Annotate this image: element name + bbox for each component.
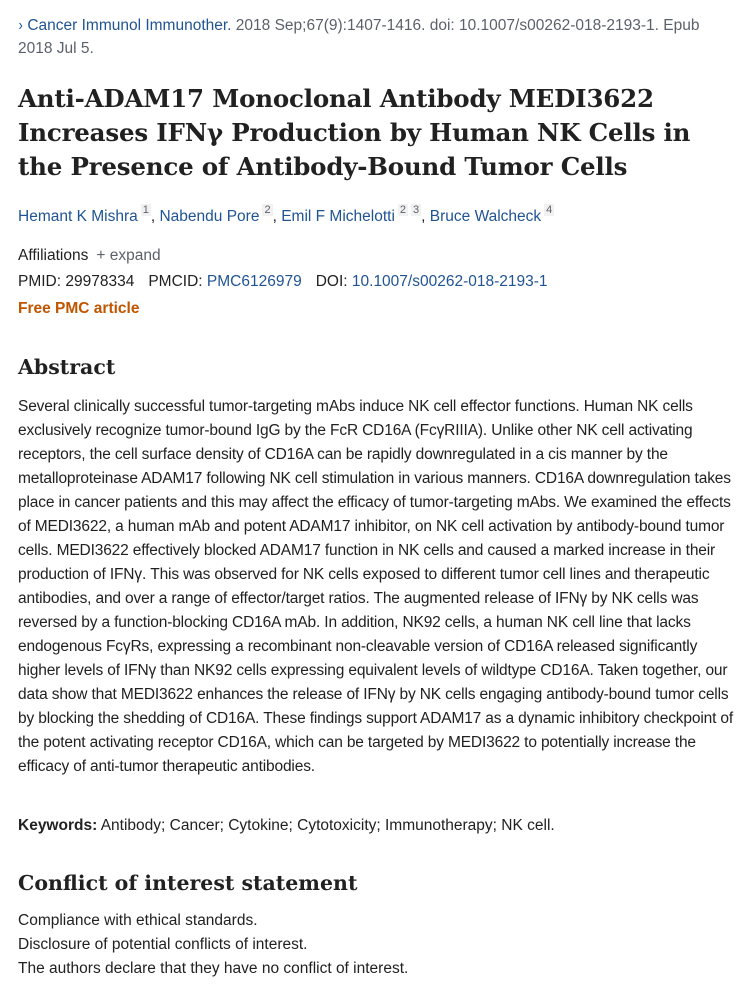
doi-link[interactable]: 10.1007/s00262-018-2193-1 [352, 273, 548, 290]
author-link[interactable]: Nabendu Pore [159, 208, 259, 225]
affiliation-ref[interactable]: 2 [262, 204, 273, 216]
keywords: Keywords: Antibody; Cancer; Cytokine; Cy… [18, 814, 555, 838]
conflict-line: The authors declare that they have no co… [18, 960, 409, 977]
chevron-right-icon[interactable]: › [19, 14, 23, 37]
conflict-heading: Conflict of interest statement [18, 871, 358, 895]
pmid-label: PMID: [18, 273, 62, 290]
citation: › Cancer Immunol Immunother. 2018 Sep;67(… [18, 14, 728, 60]
affiliation-ref[interactable]: 1 [140, 204, 151, 216]
affiliations-label: Affiliations [18, 247, 89, 264]
author-link[interactable]: Emil F Michelotti [281, 208, 395, 225]
journal-link[interactable]: Cancer Immunol Immunother. [27, 17, 231, 34]
author-list: Hemant K Mishra 1, Nabendu Pore 2, Emil F … [18, 204, 555, 225]
article-title: Anti-ADAM17 Monoclonal Antibody MEDI3622… [18, 84, 691, 181]
abstract-text: Several clinically successful tumor-targ… [18, 398, 734, 775]
expand-button[interactable]: + expand [96, 247, 160, 264]
conflict-line: Compliance with ethical standards. [18, 912, 258, 929]
article-page: › Cancer Immunol Immunother. 2018 Sep;67(… [0, 0, 742, 991]
pmcid-link[interactable]: PMC6126979 [207, 273, 302, 290]
conflict-line: Disclosure of potential conflicts of int… [18, 936, 308, 953]
keywords-label: Keywords: [18, 817, 98, 834]
author-link[interactable]: Bruce Walcheck [430, 208, 541, 225]
affiliation-ref[interactable]: 4 [544, 204, 555, 216]
pmcid-label: PMCID: [148, 273, 203, 290]
abstract-heading: Abstract [18, 355, 116, 379]
author-link[interactable]: Hemant K Mishra [18, 208, 138, 225]
free-pmc-badge[interactable]: Free PMC article [18, 297, 139, 321]
affiliation-ref[interactable]: 2 [397, 204, 409, 216]
pmid-value: 29978334 [65, 273, 135, 290]
affiliations-toggle[interactable]: Affiliations + expand [18, 244, 161, 268]
conflict-statement: Compliance with ethical standards. Discl… [18, 909, 408, 981]
doi-label: DOI: [315, 273, 348, 290]
affiliation-ref[interactable]: 3 [411, 204, 422, 216]
keywords-text: Antibody; Cancer; Cytokine; Cytotoxicity… [97, 817, 555, 834]
identifiers: PMID: 29978334 PMCID: PMC6126979 DOI: 10.1… [18, 270, 548, 294]
